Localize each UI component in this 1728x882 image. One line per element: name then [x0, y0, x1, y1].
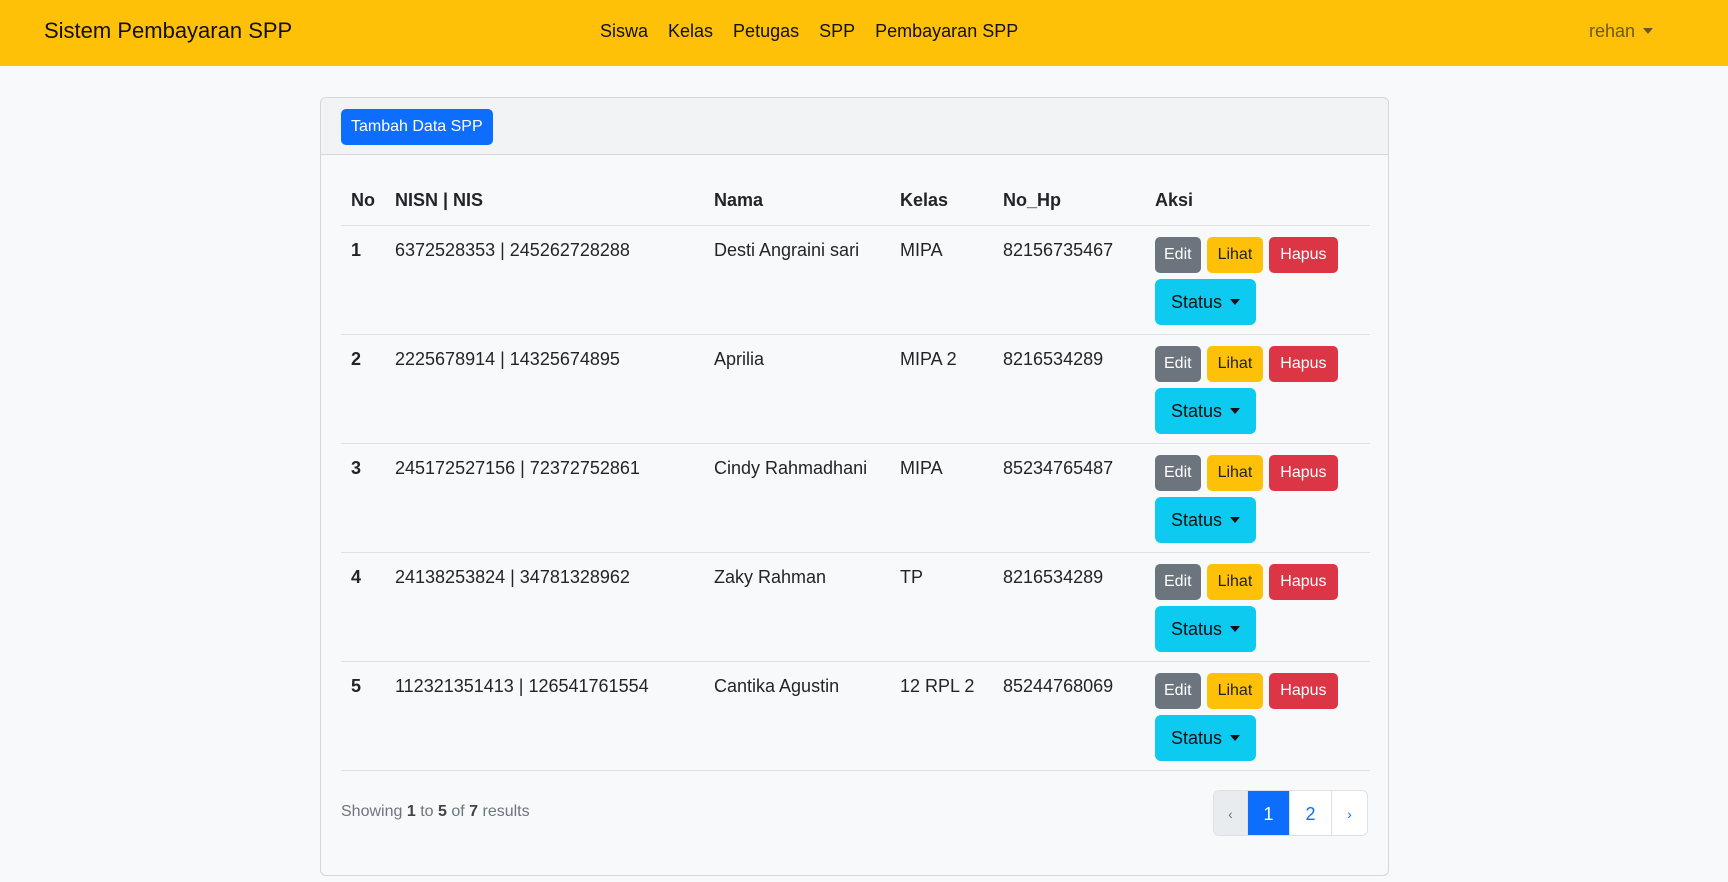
cell-aksi: Edit Lihat Hapus Status — [1145, 552, 1370, 662]
cell-no-hp: 85244768069 — [993, 661, 1145, 771]
status-label: Status — [1171, 618, 1223, 639]
card-header: Tambah Data SPP — [321, 98, 1388, 155]
cell-no-hp: 8216534289 — [993, 552, 1145, 662]
user-name: rehan — [1589, 21, 1636, 41]
cell-nisn-nis: 2225678914 | 14325674895 — [385, 334, 704, 444]
total-value: 7 — [469, 803, 479, 820]
edit-button[interactable]: Edit — [1155, 236, 1201, 273]
to-text: to — [420, 803, 434, 820]
caret-down-icon — [1643, 28, 1654, 34]
cell-no: 1 — [341, 225, 385, 335]
lihat-button[interactable]: Lihat — [1206, 454, 1264, 491]
pagination-page-1[interactable]: 1 — [1248, 791, 1290, 835]
status-dropdown-button[interactable]: Status — [1155, 605, 1257, 652]
cell-nisn-nis: 245172527156 | 72372752861 — [385, 443, 704, 553]
edit-button[interactable]: Edit — [1155, 345, 1201, 382]
table-row: 5 112321351413 | 126541761554 Cantika Ag… — [341, 661, 1370, 771]
table-row: 1 6372528353 | 245262728288 Desti Angrai… — [341, 225, 1370, 335]
header-nama: Nama — [704, 168, 890, 226]
cell-no: 4 — [341, 552, 385, 662]
pagination-next[interactable]: › — [1332, 791, 1367, 835]
spp-card: Tambah Data SPP No NISN | NIS Nama Kelas… — [320, 97, 1389, 876]
pagination-prev[interactable]: ‹ — [1214, 791, 1248, 835]
caret-down-icon — [1230, 298, 1241, 305]
pagination: ‹ 1 2 › — [1213, 790, 1368, 836]
header-no-hp: No_Hp — [993, 168, 1145, 226]
cell-no: 2 — [341, 334, 385, 444]
spp-table: No NISN | NIS Nama Kelas No_Hp Aksi 1 63… — [341, 168, 1370, 771]
status-label: Status — [1171, 727, 1223, 748]
status-label: Status — [1171, 509, 1223, 530]
caret-down-icon — [1230, 734, 1241, 741]
results-summary: Showing 1 to 5 of 7 results — [341, 803, 530, 821]
results-text: results — [482, 803, 530, 820]
nav-link-siswa[interactable]: Siswa — [600, 21, 648, 42]
table-row: 2 2225678914 | 14325674895 Aprilia MIPA … — [341, 334, 1370, 444]
lihat-button[interactable]: Lihat — [1206, 345, 1264, 382]
cell-kelas: MIPA 2 — [890, 334, 993, 444]
header-kelas: Kelas — [890, 168, 993, 226]
nav-link-pembayaran-spp[interactable]: Pembayaran SPP — [875, 21, 1018, 42]
cell-aksi: Edit Lihat Hapus Status — [1145, 661, 1370, 771]
status-label: Status — [1171, 291, 1223, 312]
caret-down-icon — [1230, 625, 1241, 632]
lihat-button[interactable]: Lihat — [1206, 236, 1264, 273]
hapus-button[interactable]: Hapus — [1269, 454, 1338, 491]
cell-aksi: Edit Lihat Hapus Status — [1145, 443, 1370, 553]
navbar-brand[interactable]: Sistem Pembayaran SPP — [44, 18, 292, 44]
cell-no: 5 — [341, 661, 385, 771]
cell-nama: Aprilia — [704, 334, 890, 444]
status-dropdown-button[interactable]: Status — [1155, 387, 1257, 434]
header-nisn-nis: NISN | NIS — [385, 168, 704, 226]
cell-aksi: Edit Lihat Hapus Status — [1145, 225, 1370, 335]
cell-kelas: TP — [890, 552, 993, 662]
caret-down-icon — [1230, 516, 1241, 523]
status-dropdown-button[interactable]: Status — [1155, 496, 1257, 543]
status-dropdown-button[interactable]: Status — [1155, 714, 1257, 761]
cell-no-hp: 85234765487 — [993, 443, 1145, 553]
hapus-button[interactable]: Hapus — [1269, 672, 1338, 709]
cell-kelas: MIPA — [890, 225, 993, 335]
add-spp-button[interactable]: Tambah Data SPP — [341, 109, 493, 145]
cell-nisn-nis: 6372528353 | 245262728288 — [385, 225, 704, 335]
from-value: 1 — [406, 803, 416, 820]
nav-link-petugas[interactable]: Petugas — [733, 21, 799, 42]
header-aksi: Aksi — [1145, 168, 1370, 226]
cell-nama: Zaky Rahman — [704, 552, 890, 662]
edit-button[interactable]: Edit — [1155, 454, 1201, 491]
hapus-button[interactable]: Hapus — [1269, 345, 1338, 382]
nav-link-kelas[interactable]: Kelas — [668, 21, 713, 42]
hapus-button[interactable]: Hapus — [1269, 563, 1338, 600]
cell-nisn-nis: 112321351413 | 126541761554 — [385, 661, 704, 771]
navbar: Sistem Pembayaran SPP Siswa Kelas Petuga… — [0, 0, 1728, 66]
cell-nama: Cindy Rahmadhani — [704, 443, 890, 553]
nav-links: Siswa Kelas Petugas SPP Pembayaran SPP — [600, 21, 1018, 42]
to-value: 5 — [437, 803, 447, 820]
cell-nama: Cantika Agustin — [704, 661, 890, 771]
caret-down-icon — [1230, 407, 1241, 414]
of-text: of — [451, 803, 465, 820]
header-no: No — [341, 168, 385, 226]
pagination-page-2[interactable]: 2 — [1290, 791, 1332, 835]
cell-kelas: MIPA — [890, 443, 993, 553]
showing-text: Showing — [341, 803, 403, 820]
lihat-button[interactable]: Lihat — [1206, 672, 1264, 709]
cell-no-hp: 82156735467 — [993, 225, 1145, 335]
hapus-button[interactable]: Hapus — [1269, 236, 1338, 273]
table-row: 3 245172527156 | 72372752861 Cindy Rahma… — [341, 443, 1370, 553]
cell-no-hp: 8216534289 — [993, 334, 1145, 444]
table-row: 4 24138253824 | 34781328962 Zaky Rahman … — [341, 552, 1370, 662]
cell-aksi: Edit Lihat Hapus Status — [1145, 334, 1370, 444]
cell-nama: Desti Angraini sari — [704, 225, 890, 335]
edit-button[interactable]: Edit — [1155, 672, 1201, 709]
lihat-button[interactable]: Lihat — [1206, 563, 1264, 600]
nav-link-spp[interactable]: SPP — [819, 21, 855, 42]
status-dropdown-button[interactable]: Status — [1155, 278, 1257, 325]
edit-button[interactable]: Edit — [1155, 563, 1201, 600]
status-label: Status — [1171, 400, 1223, 421]
cell-no: 3 — [341, 443, 385, 553]
user-dropdown[interactable]: rehan — [1589, 21, 1654, 42]
cell-nisn-nis: 24138253824 | 34781328962 — [385, 552, 704, 662]
cell-kelas: 12 RPL 2 — [890, 661, 993, 771]
